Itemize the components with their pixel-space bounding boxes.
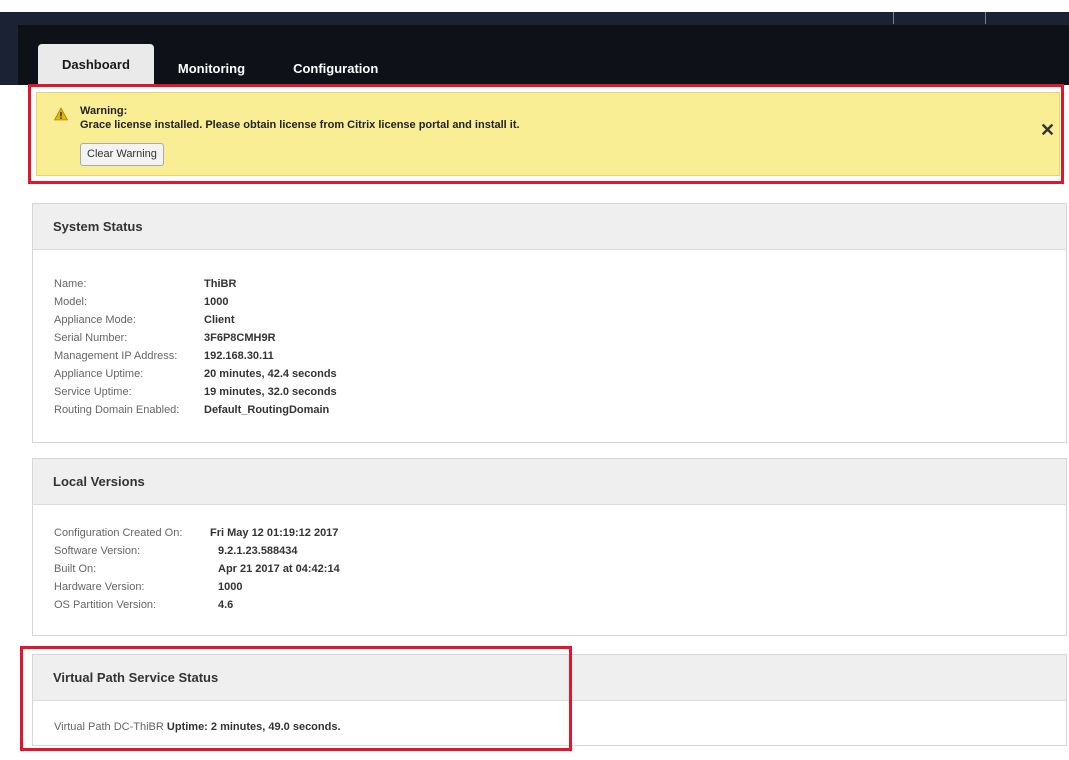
version-label: Hardware Version: bbox=[54, 581, 145, 593]
status-row: Serial Number: 3F6P8CMH9R bbox=[54, 332, 276, 344]
status-row: Service Uptime: 19 minutes, 32.0 seconds bbox=[54, 386, 337, 398]
status-label: Model: bbox=[54, 296, 88, 308]
tab-configuration[interactable]: Configuration bbox=[269, 52, 402, 85]
status-label: Service Uptime: bbox=[54, 386, 132, 398]
status-label: Management IP Address: bbox=[54, 350, 178, 362]
status-value: 1000 bbox=[204, 296, 229, 308]
highlight-box-warning bbox=[28, 84, 1064, 184]
local-versions-title: Local Versions bbox=[33, 459, 1066, 505]
status-label: Appliance Mode: bbox=[54, 314, 136, 326]
version-row: Configuration Created On: Fri May 12 01:1… bbox=[54, 527, 338, 539]
status-value: 19 minutes, 32.0 seconds bbox=[204, 386, 337, 398]
status-value: Client bbox=[204, 314, 235, 326]
version-value: 1000 bbox=[218, 581, 243, 593]
highlight-box-virtual-path bbox=[20, 646, 572, 751]
version-row: Software Version: 9.2.1.23.588434 bbox=[54, 545, 298, 557]
status-row: Routing Domain Enabled: Default_RoutingDo… bbox=[54, 404, 329, 416]
tab-dashboard[interactable]: Dashboard bbox=[38, 44, 154, 85]
status-label: Appliance Uptime: bbox=[54, 368, 144, 380]
version-label: OS Partition Version: bbox=[54, 599, 157, 611]
top-nav-bar: Dashboard Monitoring Configuration bbox=[0, 0, 1069, 85]
version-row: Hardware Version: 1000 bbox=[54, 581, 242, 593]
version-label: Configuration Created On: bbox=[54, 527, 183, 539]
version-value: 4.6 bbox=[218, 599, 234, 611]
status-row: Appliance Uptime: 20 minutes, 42.4 second… bbox=[54, 368, 337, 380]
version-row: OS Partition Version: 4.6 bbox=[54, 599, 233, 611]
version-label: Built On: bbox=[54, 563, 97, 575]
status-value: ThiBR bbox=[204, 278, 237, 290]
status-row: Appliance Mode: Client bbox=[54, 314, 235, 326]
version-label: Software Version: bbox=[54, 545, 141, 557]
status-row: Management IP Address: 192.168.30.11 bbox=[54, 350, 274, 362]
status-label: Name: bbox=[54, 278, 87, 290]
status-row: Name: ThiBR bbox=[54, 278, 236, 290]
tab-monitoring[interactable]: Monitoring bbox=[154, 52, 269, 85]
status-value: 192.168.30.11 bbox=[204, 350, 274, 362]
status-value: 20 minutes, 42.4 seconds bbox=[204, 368, 337, 380]
local-versions-panel: Local Versions Configuration Created On:… bbox=[32, 458, 1067, 636]
status-value: 3F6P8CMH9R bbox=[204, 332, 276, 344]
version-value: Fri May 12 01:19:12 2017 bbox=[210, 527, 339, 539]
status-label: Serial Number: bbox=[54, 332, 128, 344]
version-value: 9.2.1.23.588434 bbox=[218, 545, 298, 557]
nav-divider bbox=[893, 12, 894, 24]
version-row: Built On: Apr 21 2017 at 04:42:14 bbox=[54, 563, 340, 575]
main-tabs: Dashboard Monitoring Configuration bbox=[38, 44, 402, 85]
status-row: Model: 1000 bbox=[54, 296, 228, 308]
status-value: Default_RoutingDomain bbox=[204, 404, 330, 416]
version-value: Apr 21 2017 at 04:42:14 bbox=[218, 563, 340, 575]
nav-divider bbox=[985, 12, 986, 24]
system-status-panel: System Status Name: ThiBR Model: 1000 Appl… bbox=[32, 203, 1067, 443]
status-label: Routing Domain Enabled: bbox=[54, 404, 180, 416]
system-status-title: System Status bbox=[33, 204, 1066, 250]
